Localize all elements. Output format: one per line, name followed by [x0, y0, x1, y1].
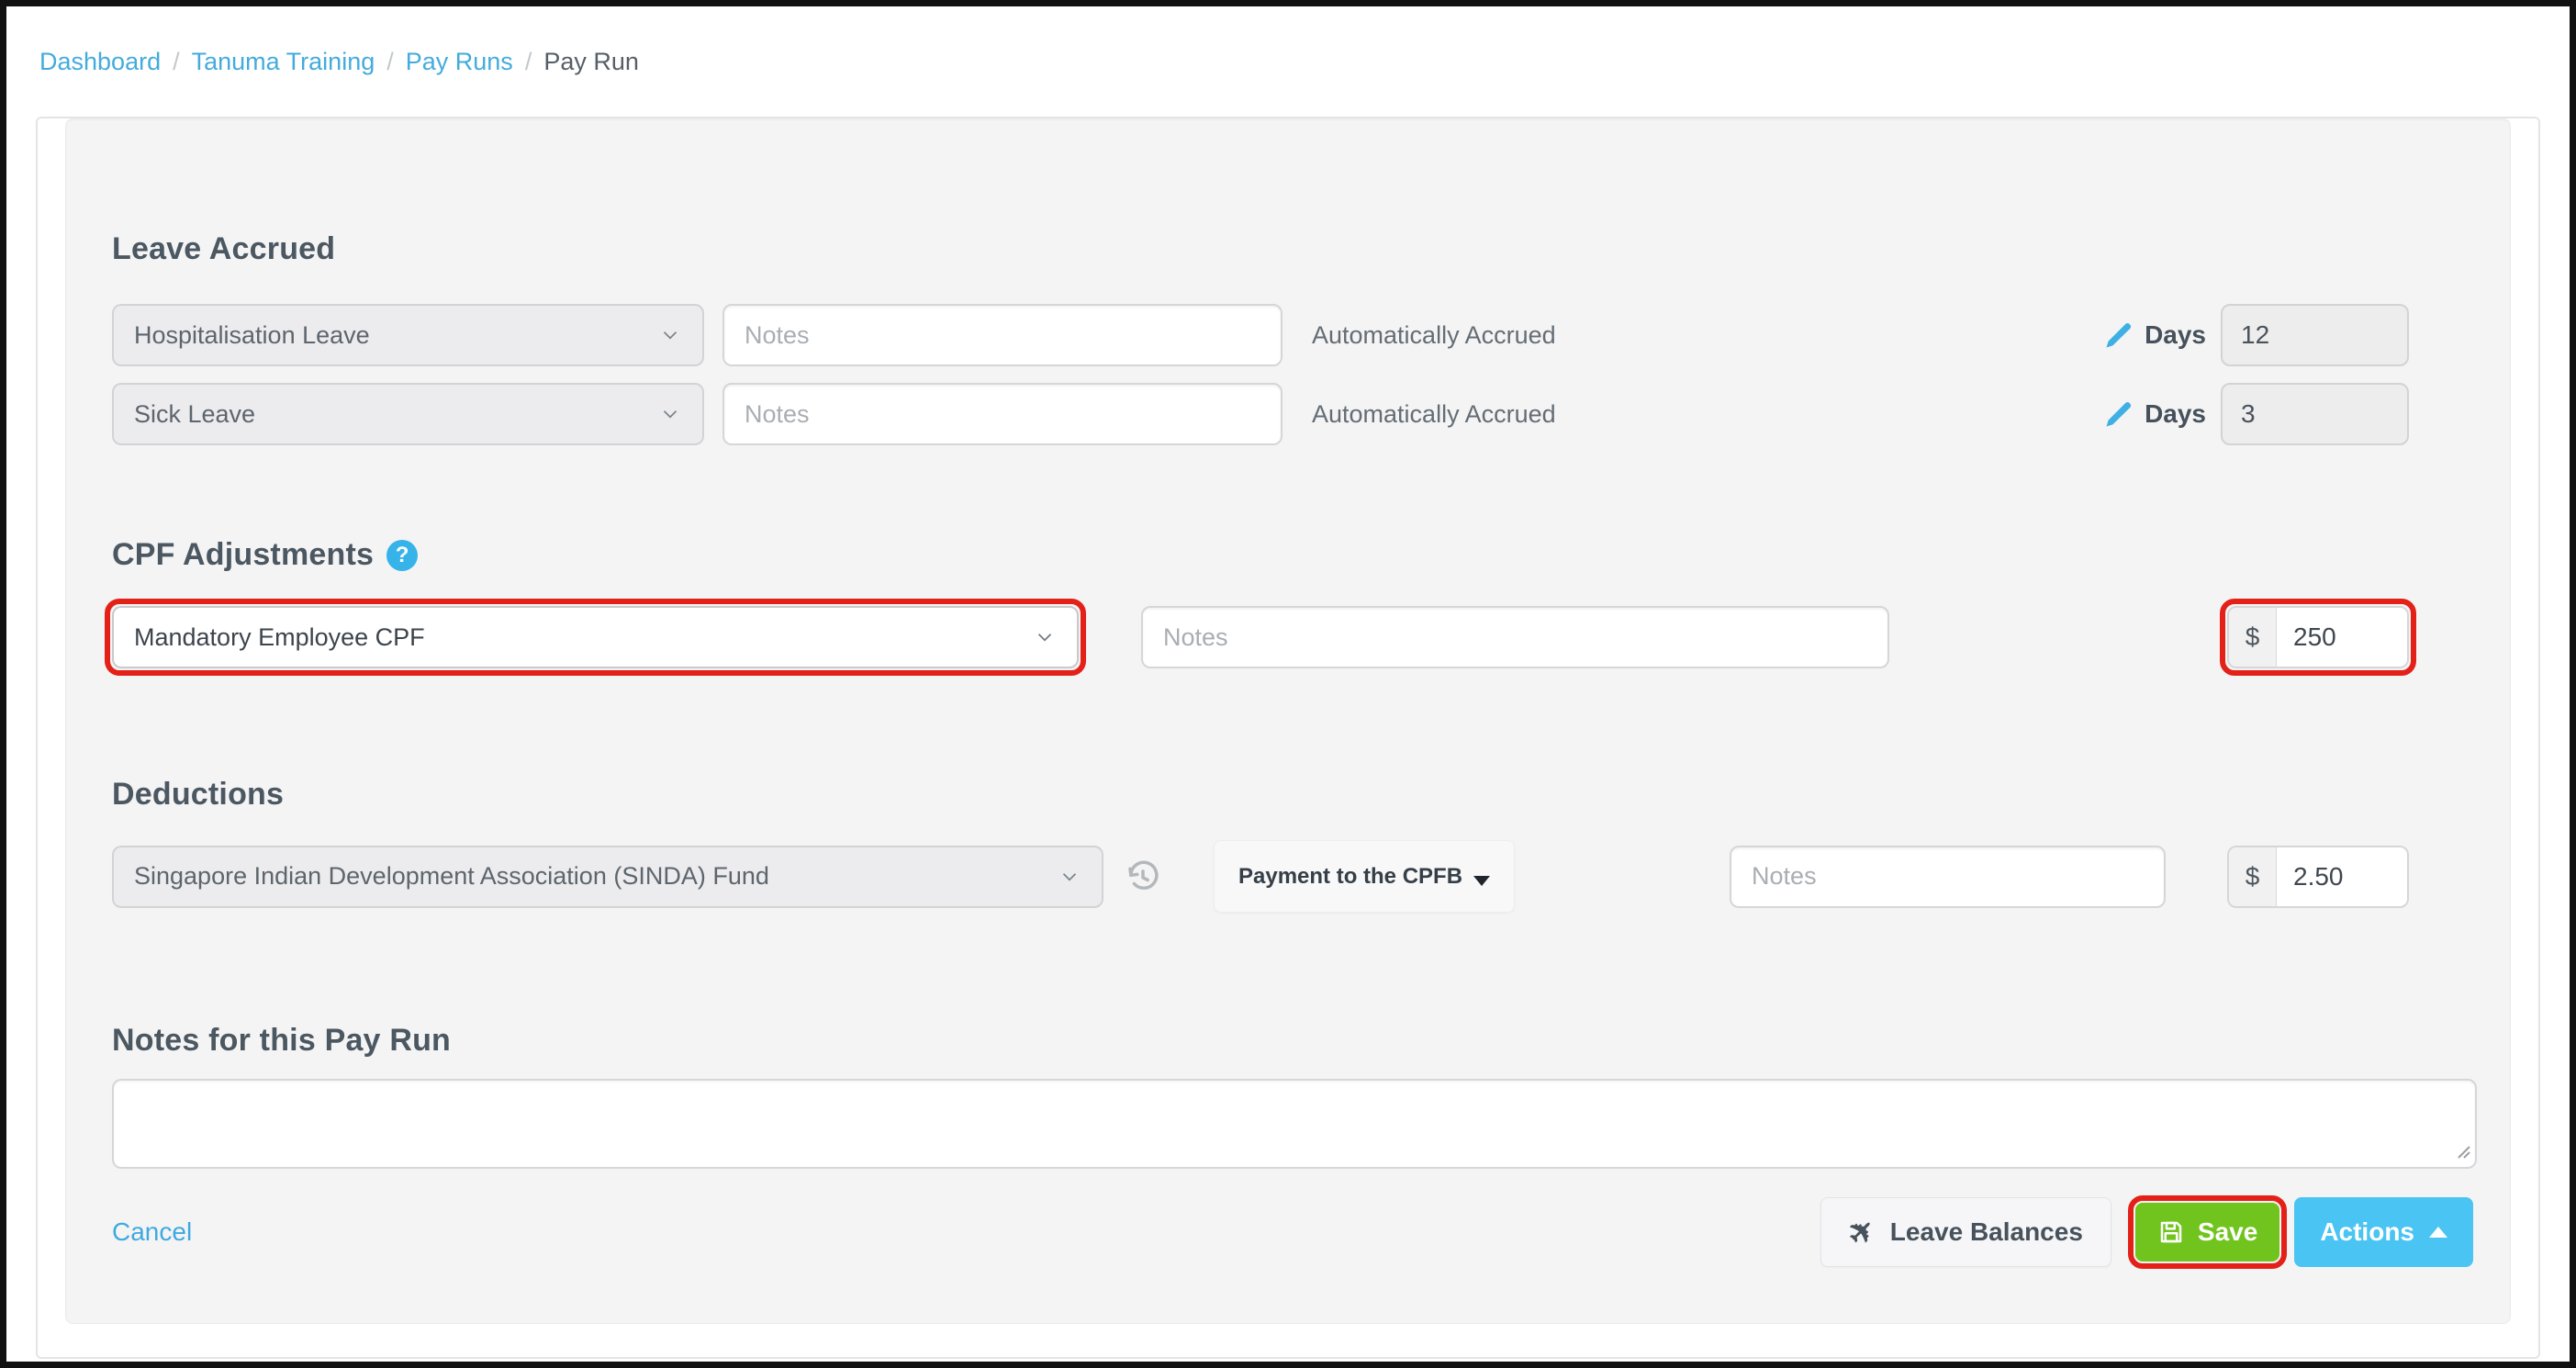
- dollar-prefix: $: [2229, 608, 2277, 667]
- breadcrumb-separator: /: [525, 48, 532, 76]
- cancel-link[interactable]: Cancel: [112, 1217, 192, 1247]
- highlight-ring-cpf-select: Mandatory Employee CPF: [105, 599, 1086, 676]
- leave-type-select[interactable]: Hospitalisation Leave: [112, 304, 704, 366]
- deduction-amount-input[interactable]: [2277, 847, 2407, 906]
- cpf-amount-input[interactable]: [2277, 608, 2407, 667]
- section-pay-run-notes: Notes for this Pay Run: [112, 1023, 2473, 1173]
- deduction-row: Singapore Indian Development Association…: [112, 840, 2473, 913]
- breadcrumb-dashboard[interactable]: Dashboard: [39, 48, 161, 76]
- chevron-down-icon: [1033, 625, 1057, 649]
- actions-button[interactable]: Actions: [2294, 1197, 2473, 1267]
- automatically-accrued-label: Automatically Accrued: [1312, 400, 1556, 429]
- plane-icon: ✈: [1842, 1212, 1882, 1252]
- leave-days-slot: Days: [2102, 383, 2409, 445]
- edit-pencil-icon[interactable]: [2102, 398, 2135, 431]
- breadcrumb: Dashboard / Tanuma Training / Pay Runs /…: [39, 48, 639, 76]
- cpf-adjustment-row: Mandatory Employee CPF $: [112, 599, 2473, 676]
- highlight-ring-save-button: Save: [2128, 1195, 2287, 1269]
- deduction-type-value: Singapore Indian Development Association…: [134, 862, 1058, 891]
- dollar-prefix: $: [2229, 847, 2277, 906]
- footer-actions-row: Cancel ✈ Leave Balances Save Actions: [112, 1195, 2473, 1269]
- highlight-ring-cpf-amount: $: [2220, 599, 2416, 676]
- cpf-adjustments-title: CPF Adjustments: [112, 537, 374, 573]
- section-leave-accrued: Leave Accrued Hospitalisation Leave Auto…: [112, 231, 2473, 445]
- section-deductions: Deductions Singapore Indian Development …: [112, 777, 2473, 913]
- breadcrumb-current-pay-run: Pay Run: [543, 48, 639, 76]
- save-label: Save: [2198, 1217, 2257, 1247]
- deduction-amount-group: $: [2227, 846, 2409, 908]
- cpf-amount-group: $: [2227, 606, 2409, 668]
- leave-accrued-row: Hospitalisation Leave Automatically Accr…: [112, 304, 2473, 366]
- days-unit-label: Days: [2145, 320, 2206, 350]
- payment-destination-label: Payment to the CPFB: [1238, 864, 1462, 890]
- cpf-notes-input[interactable]: [1141, 606, 1889, 668]
- pay-run-panel: Leave Accrued Hospitalisation Leave Auto…: [36, 117, 2540, 1359]
- leave-type-value: Sick Leave: [134, 400, 658, 429]
- save-button[interactable]: Save: [2135, 1203, 2279, 1261]
- cpf-category-value: Mandatory Employee CPF: [134, 623, 1033, 652]
- deductions-title: Deductions: [112, 777, 2473, 813]
- leave-days-slot: Days: [2102, 304, 2409, 366]
- deduction-notes-input[interactable]: [1730, 846, 2166, 908]
- breadcrumb-separator: /: [173, 48, 180, 76]
- breadcrumb-business[interactable]: Tanuma Training: [192, 48, 375, 76]
- screenshot-frame: Dashboard / Tanuma Training / Pay Runs /…: [0, 0, 2576, 1368]
- breadcrumb-separator: /: [386, 48, 394, 76]
- payment-destination-dropdown[interactable]: Payment to the CPFB: [1214, 840, 1515, 913]
- deduction-type-select[interactable]: Singapore Indian Development Association…: [112, 846, 1103, 908]
- leave-balances-button[interactable]: ✈ Leave Balances: [1820, 1197, 2111, 1267]
- chevron-down-icon: [658, 323, 682, 347]
- pay-run-notes-title: Notes for this Pay Run: [112, 1023, 2473, 1059]
- days-unit-label: Days: [2145, 399, 2206, 429]
- leave-notes-input[interactable]: [722, 383, 1282, 445]
- leave-notes-input[interactable]: [722, 304, 1282, 366]
- cpf-amount-slot: $: [2227, 599, 2416, 676]
- breadcrumb-pay-runs[interactable]: Pay Runs: [406, 48, 513, 76]
- pay-run-notes-textarea[interactable]: [112, 1079, 2477, 1169]
- deduction-amount-slot: $: [2227, 846, 2409, 908]
- help-question-icon[interactable]: ?: [386, 540, 418, 571]
- history-icon[interactable]: [1124, 858, 1162, 896]
- caret-down-icon: [1473, 876, 1490, 886]
- days-value-input[interactable]: [2221, 383, 2409, 445]
- automatically-accrued-label: Automatically Accrued: [1312, 321, 1556, 350]
- chevron-down-icon: [1058, 865, 1081, 889]
- leave-type-select[interactable]: Sick Leave: [112, 383, 704, 445]
- chevron-down-icon: [658, 402, 682, 426]
- leave-accrued-title: Leave Accrued: [112, 231, 2473, 267]
- leave-accrued-row: Sick Leave Automatically Accrued Days: [112, 383, 2473, 445]
- actions-label: Actions: [2320, 1217, 2414, 1247]
- days-value-input[interactable]: [2221, 304, 2409, 366]
- breadcrumb-bar: Dashboard / Tanuma Training / Pay Runs /…: [6, 6, 2570, 117]
- leave-balances-label: Leave Balances: [1890, 1217, 2083, 1247]
- section-cpf-adjustments: CPF Adjustments ? Mandatory Employee CPF: [112, 537, 2473, 676]
- save-floppy-icon: [2157, 1218, 2185, 1246]
- leave-type-value: Hospitalisation Leave: [134, 321, 658, 350]
- cpf-category-select[interactable]: Mandatory Employee CPF: [112, 606, 1079, 668]
- edit-pencil-icon[interactable]: [2102, 319, 2135, 352]
- pay-run-form: Leave Accrued Hospitalisation Leave Auto…: [65, 118, 2511, 1324]
- resize-grip-icon[interactable]: [2455, 1143, 2471, 1164]
- caret-up-icon: [2429, 1227, 2447, 1238]
